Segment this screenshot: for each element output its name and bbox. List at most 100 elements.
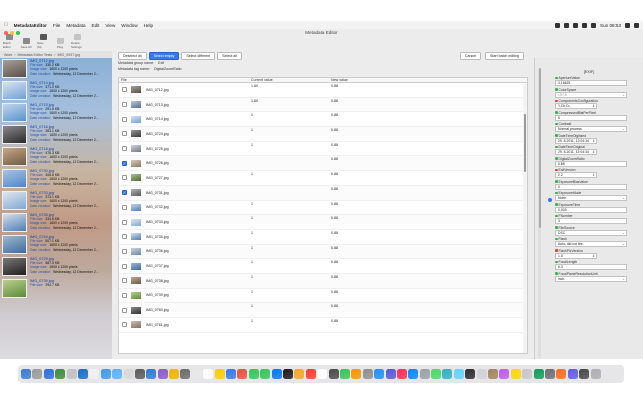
stepper-arrows-icon[interactable]: ⇕ [592, 173, 595, 179]
dock-app-icon[interactable] [77, 369, 88, 379]
menu-help[interactable]: Help [144, 23, 153, 28]
exif-input[interactable]: 0.88 [555, 160, 627, 167]
exif-select[interactable]: Normal process. ⌄ [555, 126, 627, 132]
dock-app-icon[interactable] [431, 369, 442, 379]
chevron-down-icon[interactable]: ⌄ [622, 231, 625, 237]
dock-app-icon[interactable] [465, 369, 476, 379]
chevron-down-icon[interactable]: ⌄ [622, 127, 625, 133]
row-checkbox[interactable] [122, 322, 127, 328]
bluetooth-icon[interactable] [573, 22, 579, 28]
dock-app-icon[interactable] [248, 369, 259, 379]
thumbnail-item[interactable]: IMG_0735.jpg File size: 334.8 KB Image size… [0, 212, 112, 234]
column-header-current-value[interactable]: Current value [249, 78, 329, 82]
dock-app-icon[interactable] [567, 369, 578, 379]
thumbnail-item[interactable]: IMG_0714.jpg File size: 371.0 KB Image size… [0, 80, 112, 102]
new-value-cell[interactable]: 0.88 [329, 289, 509, 294]
new-value-cell[interactable]: 0.88 [329, 274, 509, 279]
select-different-button[interactable]: Select different [181, 52, 216, 60]
table-row[interactable]: IMG_0738.jpg 1 0.88 [119, 273, 527, 289]
row-checkbox[interactable] [122, 175, 127, 181]
table-row[interactable]: IMG_0727.jpg 1 0.88 [119, 171, 527, 186]
menu-window[interactable]: Window [121, 23, 137, 28]
new-value-cell[interactable]: 0.88 [329, 259, 509, 264]
path-item[interactable]: Metadata Editor Tests [18, 53, 53, 57]
exif-stepper[interactable]: 29. 8.2011, 12:04:34 ⇕ [555, 137, 597, 144]
dock-app-icon[interactable] [579, 369, 590, 379]
exif-select[interactable]: Auto, did not fire. ⌄ [555, 241, 627, 247]
dock-app-icon[interactable] [294, 369, 305, 379]
dock-app-icon[interactable] [362, 369, 373, 379]
table-scrollbar[interactable] [523, 84, 527, 353]
row-checkbox[interactable] [122, 146, 127, 152]
inspector-scrollbar[interactable] [538, 68, 541, 358]
row-checkbox[interactable]: ✓ [122, 160, 127, 166]
dock-app-icon[interactable] [339, 369, 350, 379]
new-value-cell[interactable]: 0.88 [329, 98, 509, 103]
menu-metadata[interactable]: Metadata [66, 23, 85, 28]
dock-app-icon[interactable] [157, 369, 168, 379]
row-checkbox[interactable] [122, 204, 127, 210]
table-row[interactable]: IMG_0713.jpg 1.60 0.88 [119, 97, 527, 113]
minimize-window-button[interactable] [10, 31, 14, 35]
chevron-down-icon[interactable]: ⌄ [622, 196, 625, 202]
shield-icon[interactable] [564, 22, 570, 28]
exif-select[interactable]: inch. ⌄ [555, 275, 627, 282]
thumbnail-item[interactable]: IMG_0718.jpg File size: 476.3 KB Image size… [0, 146, 112, 168]
row-checkbox[interactable] [122, 102, 127, 108]
apple-menu-icon[interactable]:  [4, 22, 8, 28]
column-header-file[interactable]: File [119, 78, 249, 82]
dock-app-icon[interactable] [21, 369, 31, 379]
dock-app-icon[interactable] [488, 369, 499, 379]
dock-app-icon[interactable] [419, 369, 430, 379]
exif-stepper[interactable]: Y,Cb,Cr,- ⇕ [555, 103, 597, 109]
menu-view[interactable]: View [105, 23, 115, 28]
control-center-icon[interactable] [634, 22, 639, 28]
info-icon[interactable] [548, 198, 552, 202]
dock-app-icon[interactable] [191, 369, 202, 379]
new-value-cell[interactable]: 0.88 [329, 215, 509, 220]
dock-app-icon[interactable] [112, 369, 123, 379]
new-value-cell[interactable]: 0.88 [329, 127, 509, 132]
table-row[interactable]: IMG_0761.jpg 1 0.88 [119, 318, 527, 333]
row-checkbox[interactable] [122, 234, 127, 240]
wifi-icon[interactable] [582, 22, 588, 28]
dock-app-icon[interactable] [66, 369, 77, 379]
new-value-cell[interactable]: 0.88 [329, 83, 509, 88]
dock-app-icon[interactable] [351, 369, 362, 379]
thumbnail-item[interactable]: IMG_0744.jpg File size: 507.1 KB Image size… [0, 234, 112, 256]
row-checkbox[interactable] [122, 87, 127, 93]
dock-app-icon[interactable] [476, 369, 487, 379]
dock-app-icon[interactable] [134, 369, 145, 379]
dock-app-icon[interactable] [282, 369, 293, 379]
dock-app-icon[interactable] [556, 369, 567, 379]
exif-stepper[interactable]: 2.2 ⇕ [555, 172, 597, 178]
select-empty-button[interactable]: Select empty [148, 52, 180, 60]
exif-select[interactable]: sRGB ⌄ [555, 91, 627, 99]
menu-file[interactable]: File [53, 23, 60, 28]
dock-app-icon[interactable] [328, 369, 339, 379]
new-value-cell[interactable]: 0.88 [329, 303, 509, 308]
toolbar-button-1[interactable]: Save All [20, 38, 32, 49]
new-value-cell[interactable]: 0.88 [329, 230, 509, 235]
app-menu[interactable]: MetadataEditor [14, 23, 47, 28]
dock-app-icon[interactable] [499, 369, 510, 379]
row-checkbox[interactable] [122, 292, 127, 298]
dock-app-icon[interactable] [396, 369, 407, 379]
table-row[interactable]: IMG_0714.jpg 1 0.88 [119, 112, 527, 128]
column-header-new-value[interactable]: New value [329, 78, 509, 82]
table-row[interactable]: IMG_0739.jpg 1 0.88 [119, 289, 527, 304]
row-checkbox[interactable] [122, 219, 127, 225]
row-checkbox[interactable] [122, 116, 127, 122]
table-row[interactable]: IMG_0725.jpg 1 0.88 [119, 142, 527, 157]
dock-app-icon[interactable] [590, 369, 601, 379]
spotlight-icon[interactable] [625, 22, 630, 28]
row-checkbox[interactable] [122, 307, 127, 313]
chevron-down-icon[interactable]: ⌄ [622, 93, 625, 99]
dock-app-icon[interactable] [203, 369, 214, 379]
exif-input[interactable]: 3,16625 [555, 80, 627, 86]
thumbnail-item[interactable]: IMG_0716.jpg File size: 283.1 KB Image size… [0, 124, 112, 146]
dock-app-icon[interactable] [533, 369, 544, 379]
table-row[interactable]: ✓ IMG_0726.jpg 0.88 [119, 156, 527, 172]
cancel-button[interactable]: Cancel [459, 52, 482, 60]
row-checkbox[interactable] [122, 263, 127, 269]
